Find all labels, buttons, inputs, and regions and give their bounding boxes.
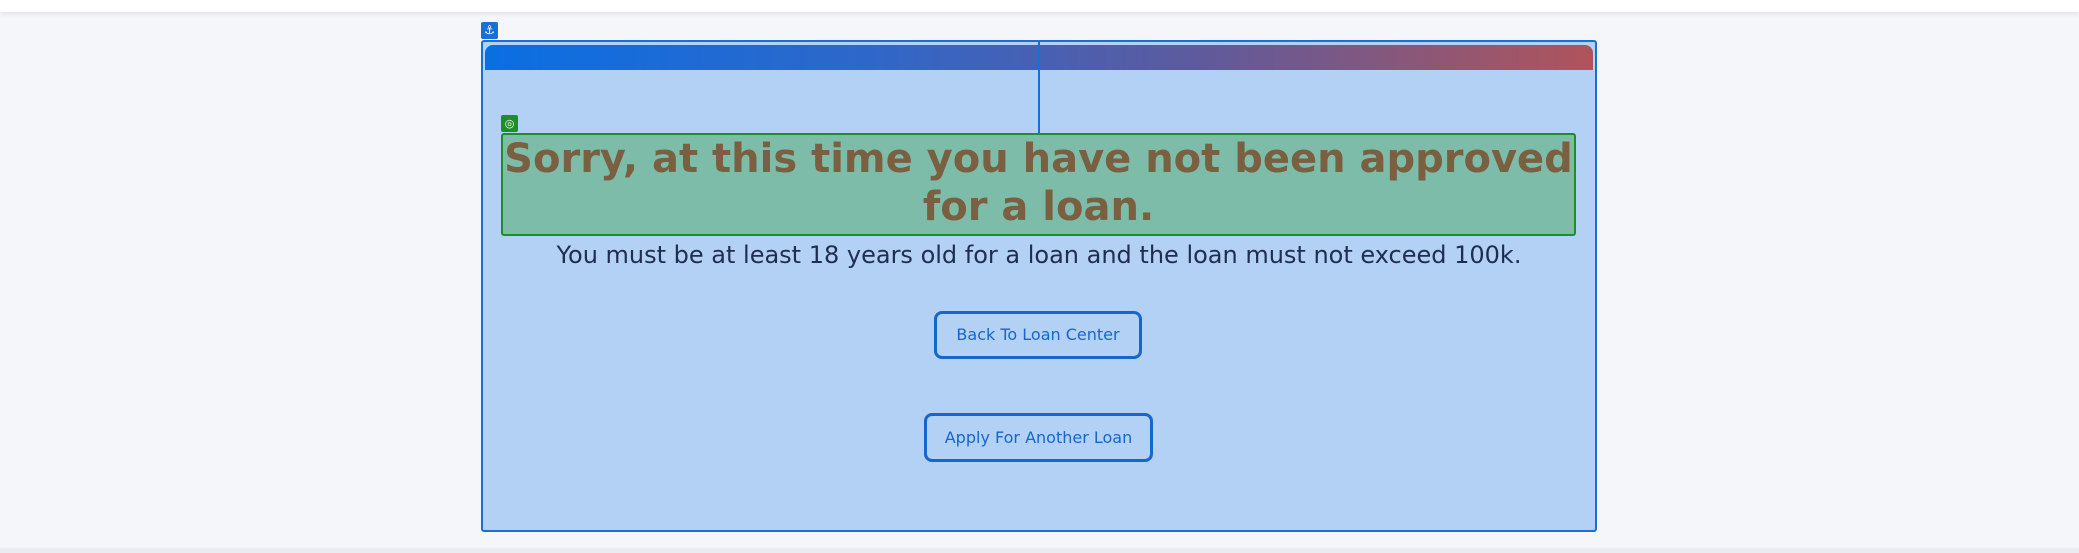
- apply-another-loan-button[interactable]: Apply For Another Loan: [924, 413, 1153, 462]
- anchor-connector-line: [1038, 40, 1040, 133]
- result-message: You must be at least 18 years old for a …: [556, 241, 1522, 269]
- top-nav-strip: [0, 0, 2079, 12]
- bottom-edge: [0, 548, 2079, 553]
- back-to-loan-center-button[interactable]: Back To Loan Center: [934, 311, 1142, 359]
- anchor-icon: ⚓: [481, 22, 498, 39]
- result-heading: Sorry, at this time you have not been ap…: [504, 136, 1573, 230]
- target-icon: ◎: [501, 115, 518, 132]
